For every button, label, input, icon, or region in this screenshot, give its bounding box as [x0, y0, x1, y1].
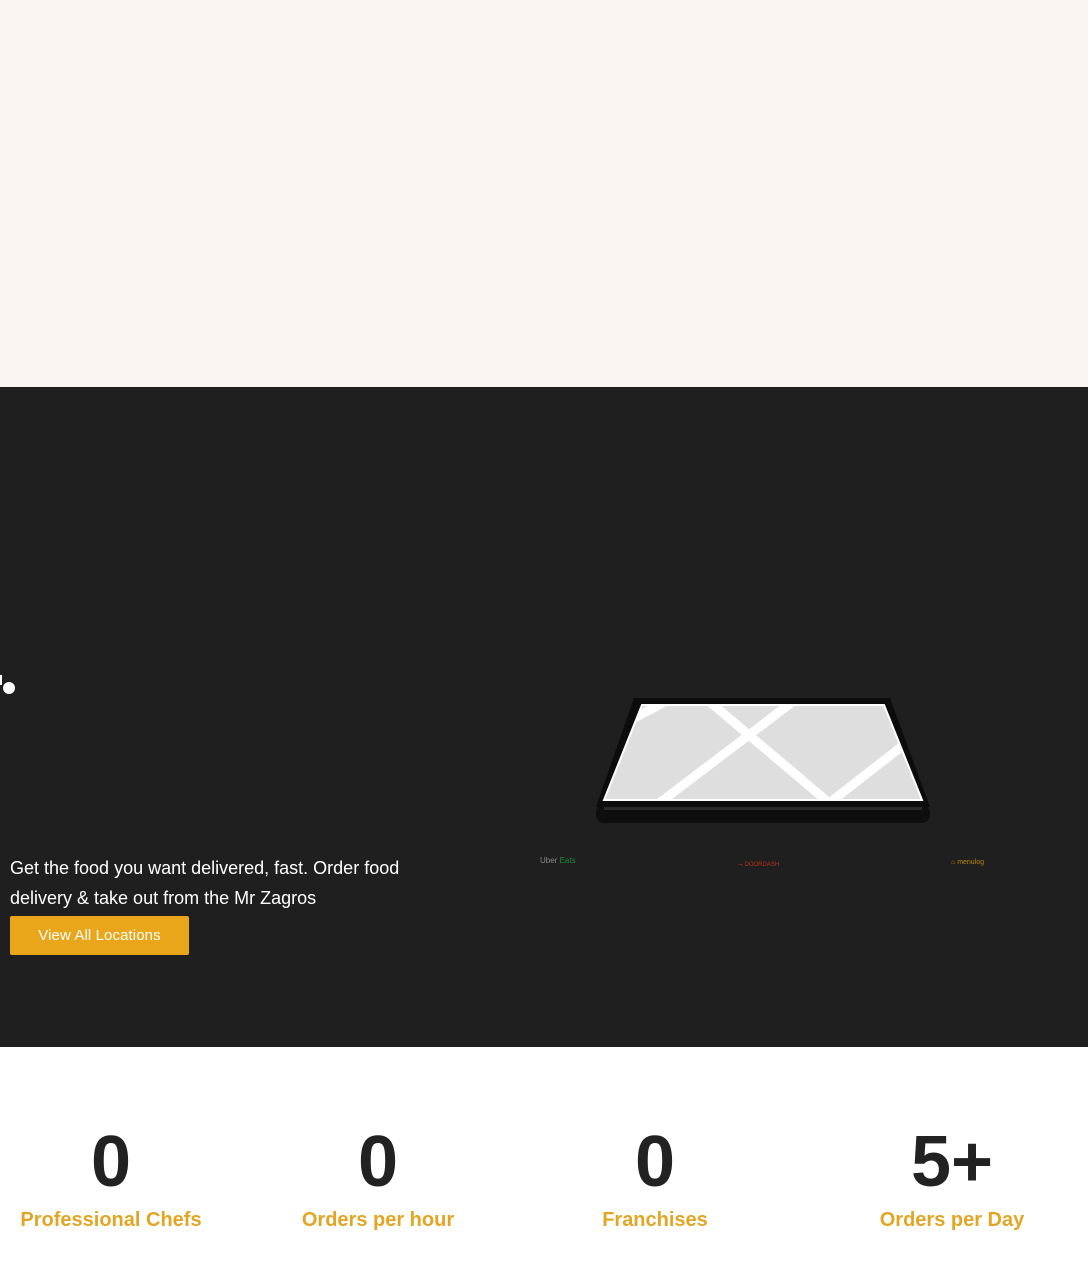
view-all-locations-button[interactable]: View All Locations — [10, 916, 189, 955]
stat-orders-per-hour: 0 Orders per hour — [278, 1122, 478, 1238]
stat-value: 5+ — [910, 1122, 994, 1202]
stat-value: 0 — [90, 1122, 132, 1202]
stat-value: 0 — [634, 1122, 676, 1202]
delivery-section: Get the food you want delivered, fast. O… — [0, 387, 1088, 1047]
uber-eats-logo[interactable]: Uber Eats — [540, 855, 576, 867]
menulog-logo-text: menulog — [957, 859, 985, 866]
stat-label: Orders per Day — [879, 1209, 1025, 1231]
house-icon: ⌂ — [951, 859, 956, 866]
stat-label: Professional Chefs — [20, 1209, 202, 1231]
stat-orders-per-day: 5+ Orders per Day — [852, 1122, 1052, 1238]
delivery-intro-text: Get the food you want delivered, fast. O… — [10, 858, 400, 908]
slider-dot[interactable] — [3, 682, 15, 694]
stat-label: Orders per hour — [301, 1209, 455, 1231]
menulog-logo[interactable]: ⌂ menulog — [951, 857, 984, 869]
stats-section: 0 Professional Chefs 0 Orders per hour 0… — [0, 1047, 1088, 1280]
stat-professional-chefs: 0 Professional Chefs — [11, 1122, 211, 1238]
doordash-logo-text: DOORDASH — [744, 862, 780, 868]
doordash-logo[interactable]: ⭢ DOORDASH — [738, 859, 779, 871]
tablet-image — [596, 698, 930, 823]
uber-eats-logo-uber: Uber — [540, 856, 558, 865]
stat-value: 0 — [357, 1122, 399, 1202]
hero-top-background — [0, 0, 1088, 387]
slider-edge-indicator — [0, 675, 2, 685]
stat-label: Franchises — [602, 1209, 708, 1231]
stat-franchises: 0 Franchises — [555, 1122, 755, 1238]
doordash-icon: ⭢ — [738, 862, 743, 868]
uber-eats-logo-eats: Eats — [559, 856, 576, 865]
